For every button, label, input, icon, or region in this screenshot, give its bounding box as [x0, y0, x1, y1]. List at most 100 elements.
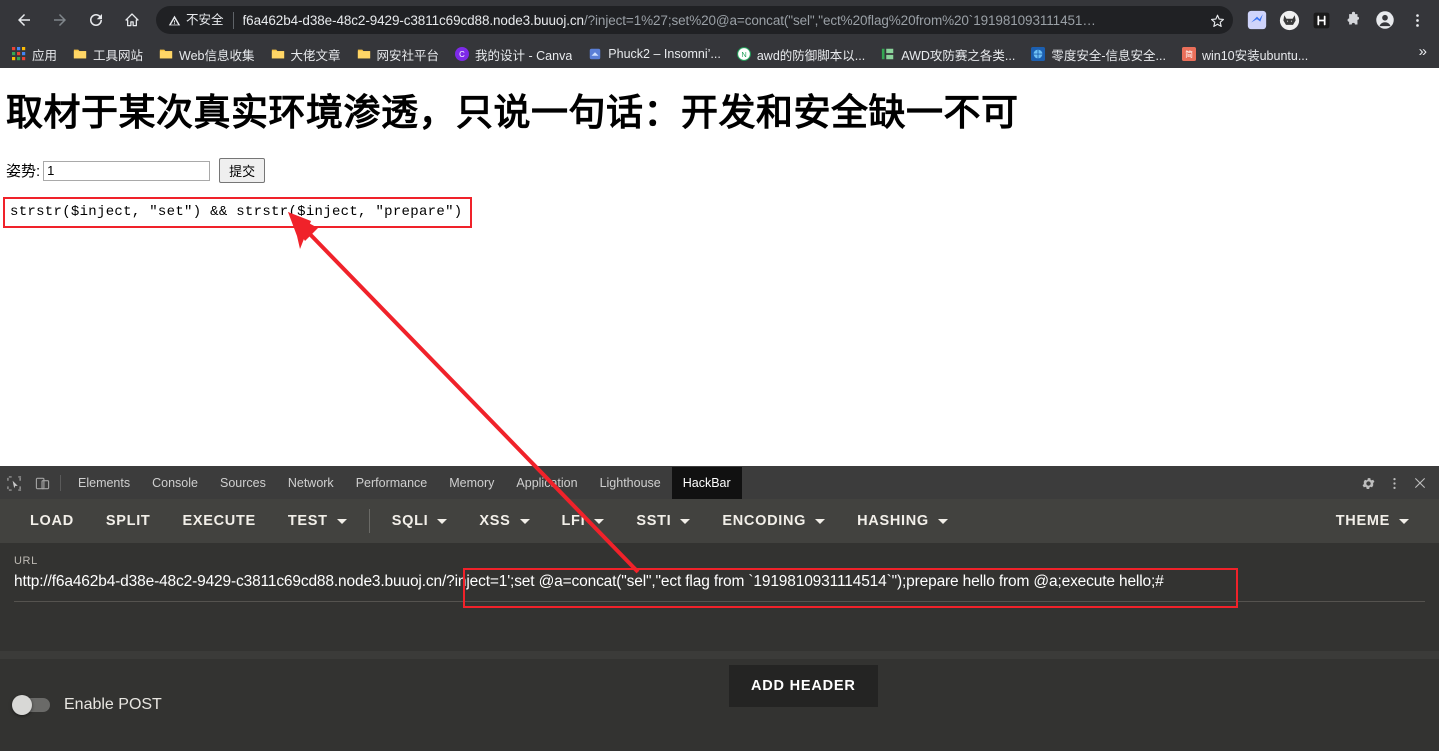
devtools-tab-performance[interactable]: Performance	[345, 467, 439, 499]
hackbar-ssti-label: SSTI	[636, 513, 672, 529]
enable-post-toggle[interactable]: Enable POST	[12, 695, 162, 715]
bookmark-item-phuck2[interactable]: Phuck2 – Insomni’...	[582, 45, 729, 63]
address-bar[interactable]: 不安全 f6a462b4-d38e-48c2-9429-c3811c69cd88…	[156, 6, 1233, 34]
browser-chrome: 不安全 f6a462b4-d38e-48c2-9429-c3811c69cd88…	[0, 0, 1439, 68]
canva-icon: C	[455, 47, 470, 61]
jianshu-icon: 简	[1181, 47, 1196, 61]
gear-icon[interactable]	[1355, 467, 1381, 499]
hackbar-xss-label: XSS	[479, 513, 511, 529]
hackbar-encoding-label: ENCODING	[722, 513, 807, 529]
devtools-tab-network[interactable]: Network	[277, 467, 345, 499]
folder-icon	[271, 49, 284, 59]
devtools-tab-elements[interactable]: Elements	[67, 467, 141, 499]
browser-toolbar: 不安全 f6a462b4-d38e-48c2-9429-c3811c69cd88…	[0, 0, 1439, 40]
bookmark-item-awd-contest[interactable]: AWD攻防赛之各类...	[875, 43, 1023, 66]
hackbar-lfi-menu[interactable]: LFI	[546, 513, 621, 529]
extension-icon-hackbar[interactable]	[1307, 6, 1335, 34]
hackbar-url-section: URL http://f6a462b4-d38e-48c2-9429-c3811…	[0, 543, 1439, 651]
bookmark-item-awd-defense[interactable]: N awd的防御脚本以...	[731, 43, 873, 66]
folder-icon	[73, 49, 87, 59]
address-bar-text[interactable]: f6a462b4-d38e-48c2-9429-c3811c69cd88.nod…	[243, 13, 1203, 28]
extension-icon-blue-bird[interactable]	[1243, 6, 1271, 34]
hackbar-theme-label: THEME	[1335, 513, 1390, 529]
browser-window: 不安全 f6a462b4-d38e-48c2-9429-c3811c69cd88…	[0, 0, 1439, 751]
bookmark-label: Phuck2 – Insomni’...	[608, 47, 721, 61]
page-title: 取材于某次真实环境渗透，只说一句话：开发和安全缺一不可	[6, 92, 1019, 133]
add-header-button[interactable]: ADD HEADER	[729, 665, 878, 707]
devtools-tab-hackbar[interactable]: HackBar	[671, 467, 742, 499]
security-status-label: 不安全	[186, 12, 224, 27]
inject-form-label: 姿势:	[6, 163, 41, 180]
bookmark-item-folder-tools[interactable]: 工具网站	[67, 43, 151, 66]
filter-code-output: strstr($inject, "set") && strstr($inject…	[3, 197, 473, 228]
bookmark-item-folder-security[interactable]: 网安社平台	[351, 43, 448, 66]
green-bars-icon	[882, 48, 894, 60]
chevron-down-icon	[680, 518, 691, 524]
toolbar-divider	[60, 475, 61, 491]
hackbar-split-button[interactable]: SPLIT	[90, 513, 167, 529]
devtools-right-icons	[1344, 467, 1439, 499]
devtools-tab-application[interactable]: Application	[505, 467, 588, 499]
hackbar-hashing-menu[interactable]: HASHING	[841, 513, 964, 529]
bookmarks-overflow-button[interactable]: »	[1413, 43, 1433, 60]
forward-button[interactable]	[45, 5, 75, 35]
hackbar-theme-menu[interactable]: THEME	[1320, 513, 1425, 529]
hackbar-url-input[interactable]: http://f6a462b4-d38e-48c2-9429-c3811c69c…	[14, 573, 1425, 602]
hackbar-load-button[interactable]: LOAD	[14, 513, 90, 529]
toggle-track[interactable]	[12, 695, 50, 715]
warning-triangle-icon	[168, 15, 181, 25]
security-status[interactable]: 不安全	[168, 11, 234, 29]
bookmark-label: win10安装ubuntu...	[1201, 48, 1309, 63]
devtools-tab-memory[interactable]: Memory	[438, 467, 505, 499]
hackbar-xss-menu[interactable]: XSS	[463, 513, 545, 529]
hackbar-test-menu[interactable]: TEST	[272, 513, 363, 529]
chrome-menu-icon[interactable]	[1403, 6, 1431, 34]
hackbar-test-label: TEST	[287, 513, 328, 529]
more-vertical-icon[interactable]	[1381, 467, 1407, 499]
inject-input[interactable]	[43, 160, 211, 181]
back-button[interactable]	[9, 5, 39, 35]
hackbar-ssti-menu[interactable]: SSTI	[620, 513, 706, 529]
devtools-tab-console[interactable]: Console	[141, 467, 209, 499]
hackbar-encoding-menu[interactable]: ENCODING	[706, 513, 841, 529]
bookmark-label: 我的设计 - Canva	[475, 48, 573, 63]
toolbar-divider	[368, 509, 370, 533]
extensions-puzzle-icon[interactable]	[1339, 6, 1367, 34]
inspect-cursor-icon[interactable]	[0, 467, 28, 499]
hackbar-panel: LOAD SPLIT EXECUTE TEST SQLI XSS LFI SST…	[0, 499, 1439, 751]
inject-form: 姿势: 提交	[6, 158, 1439, 183]
devtools-tab-lighthouse[interactable]: Lighthouse	[589, 467, 672, 499]
hackbar-lfi-label: LFI	[561, 513, 586, 529]
hackbar-footer: Enable POST ADD HEADER	[0, 659, 1439, 751]
hackbar-execute-button[interactable]: EXECUTE	[166, 513, 271, 529]
toggle-knob	[12, 695, 32, 715]
url-path: /?inject=1%27;set%20@a=concat("sel","ect…	[583, 12, 1096, 28]
bookmark-item-folder-webinfo[interactable]: Web信息收集	[153, 43, 262, 66]
extension-icon-metamask-fox[interactable]	[1275, 6, 1303, 34]
reload-button[interactable]	[81, 5, 111, 35]
bookmark-item-folder-articles[interactable]: 大佬文章	[265, 43, 349, 66]
bookmark-star-button[interactable]	[1203, 6, 1231, 34]
devtools-tabbar: Elements Console Sources Network Perform…	[0, 467, 1439, 499]
bookmark-label: 应用	[32, 48, 58, 63]
bookmark-item-canva[interactable]: C 我的设计 - Canva	[449, 43, 580, 66]
bookmark-item-win10-ubuntu[interactable]: 简 win10安装ubuntu...	[1176, 43, 1316, 66]
home-button[interactable]	[117, 5, 147, 35]
bookmark-item-lingdu-security[interactable]: 零度安全-信息安全...	[1025, 43, 1174, 66]
page-icon	[590, 48, 601, 60]
hackbar-sqli-menu[interactable]: SQLI	[376, 513, 464, 529]
bookmark-label: 零度安全-信息安全...	[1051, 48, 1166, 63]
chevron-down-icon	[594, 518, 605, 524]
submit-button[interactable]: 提交	[219, 158, 266, 183]
chevron-down-icon	[437, 518, 448, 524]
svg-text:N: N	[741, 50, 746, 59]
page-content: 取材于某次真实环境渗透，只说一句话：开发和安全缺一不可 姿势: 提交 strst…	[0, 68, 1439, 466]
device-toolbar-icon[interactable]	[28, 467, 56, 499]
chevron-down-icon	[815, 518, 826, 524]
bookmark-item-apps[interactable]: 应用	[6, 43, 65, 66]
profile-avatar-icon[interactable]	[1371, 6, 1399, 34]
close-icon[interactable]	[1407, 467, 1433, 499]
bookmark-label: 大佬文章	[290, 48, 341, 63]
devtools-tab-sources[interactable]: Sources	[209, 467, 277, 499]
extension-icons	[1241, 6, 1433, 34]
